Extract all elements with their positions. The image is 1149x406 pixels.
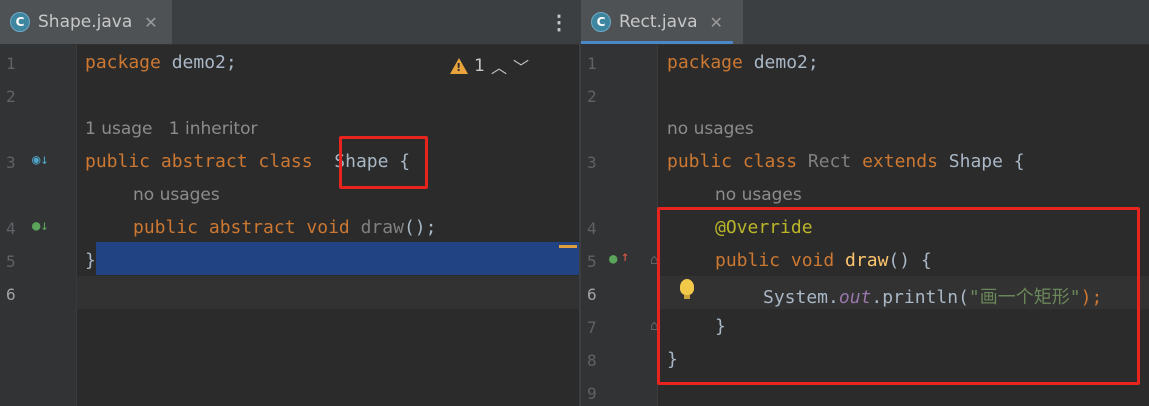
inlay-hint[interactable]: no usages <box>667 118 754 139</box>
code-line-4: public abstract void draw(); <box>133 217 437 238</box>
line-number: 3 <box>587 153 597 172</box>
error-stripe-mark <box>559 245 577 248</box>
line-number: 9 <box>587 384 597 403</box>
line-number: 6 <box>6 285 16 304</box>
code-line-1: package demo2; <box>667 52 819 73</box>
code-line-5: } <box>85 250 96 271</box>
line-number: 4 <box>6 219 16 238</box>
code-line-1: package demo2; <box>85 52 237 73</box>
right-editor-pane: C Rect.java ✕ 1 2 3 4 5 6 7 8 9 ● ↑ ⌂ ⌂ … <box>581 0 1149 406</box>
line-number: 5 <box>6 252 16 271</box>
line-number: 2 <box>6 87 16 106</box>
left-tab-bar: C Shape.java ✕ ⋮ <box>0 0 579 45</box>
inlay-hint[interactable]: no usages <box>715 184 802 205</box>
line-number: 6 <box>587 285 597 304</box>
line-number: 5 <box>587 252 597 271</box>
close-icon[interactable]: ✕ <box>710 13 723 32</box>
tab-shape-java[interactable]: C Shape.java ✕ <box>0 0 172 44</box>
inlay-hint[interactable]: no usages <box>133 184 220 205</box>
line-number: 4 <box>587 219 597 238</box>
right-tab-bar: C Rect.java ✕ <box>581 0 1149 45</box>
chevron-up-icon[interactable]: ︿ <box>491 54 507 78</box>
inlay-hints[interactable]: 1 usage 1 inheritor <box>85 118 257 139</box>
line-number: 1 <box>6 54 16 73</box>
current-line-highlight <box>77 276 579 309</box>
line-number: 8 <box>587 351 597 370</box>
go-to-super-icon[interactable]: ↑ <box>621 249 629 265</box>
line-number: 2 <box>587 87 597 106</box>
left-editor-pane: C Shape.java ✕ ⋮ ! 1 ︿ ﹀ 1 2 3 4 5 6 ◉↓ … <box>0 0 579 406</box>
more-options-icon[interactable]: ⋮ <box>549 12 569 32</box>
line-number: 3 <box>6 153 16 172</box>
highlight-box <box>339 136 428 189</box>
overriding-method-icon[interactable]: ● <box>609 251 617 267</box>
selection-highlight <box>96 242 579 275</box>
chevron-down-icon[interactable]: ﹀ <box>513 54 529 78</box>
java-class-icon: C <box>591 12 611 32</box>
implemented-method-icon[interactable]: ●↓ <box>32 218 49 234</box>
tab-label: Rect.java <box>619 12 698 32</box>
implemented-marker-icon[interactable]: ◉↓ <box>32 152 49 168</box>
tab-rect-java[interactable]: C Rect.java ✕ <box>581 0 743 44</box>
warning-icon: ! <box>450 58 469 74</box>
line-number: 1 <box>587 54 597 73</box>
warning-count: 1 <box>474 56 485 76</box>
code-line-3: public class Rect extends Shape { <box>667 151 1025 172</box>
close-icon[interactable]: ✕ <box>144 13 157 32</box>
tab-label: Shape.java <box>38 12 133 32</box>
inspection-widget[interactable]: ! 1 ︿ ﹀ <box>450 54 529 78</box>
line-number: 7 <box>587 318 597 337</box>
highlight-box <box>657 207 1140 385</box>
java-class-icon: C <box>10 12 30 32</box>
